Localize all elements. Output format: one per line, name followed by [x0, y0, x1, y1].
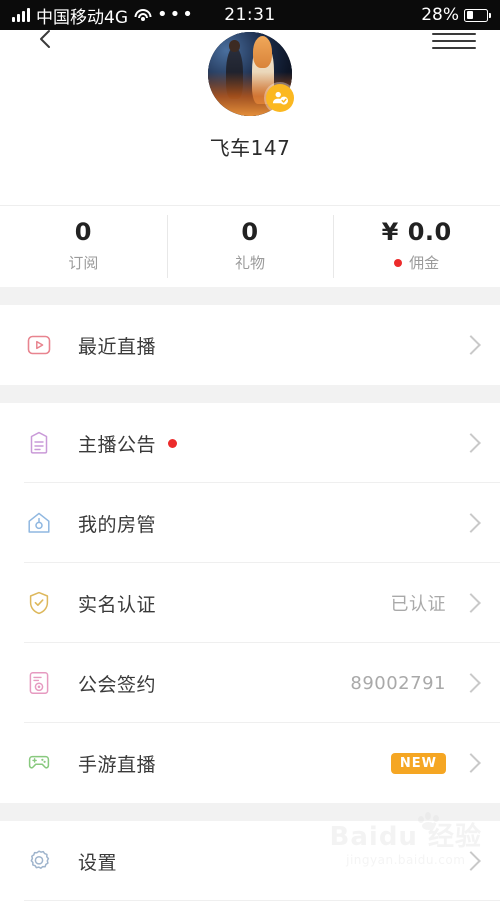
menu-row-mobile-game-live[interactable]: 手游直播 NEW: [0, 723, 500, 803]
stat-label-wrap: 订阅: [68, 252, 98, 273]
menu-row-settings[interactable]: 设置: [0, 821, 500, 901]
section-gap: [0, 803, 500, 821]
chevron-right-icon: [461, 593, 481, 613]
stat-commission[interactable]: ¥ 0.0 佣金: [333, 206, 500, 287]
chevron-right-icon: [461, 673, 481, 693]
menu-row-value: 已认证: [390, 594, 446, 615]
gamepad-icon: [24, 748, 54, 778]
house-room-manager-icon: [24, 508, 54, 538]
profile-header: 飞车147: [0, 30, 500, 205]
battery-icon: [464, 8, 491, 22]
menu-row-label: 我的房管: [78, 513, 157, 536]
menu-row-announcement[interactable]: 主播公告: [0, 403, 500, 483]
status-bar-left: 中国移动4G •••: [12, 3, 195, 28]
verified-user-badge-icon: [266, 84, 294, 112]
notification-dot-icon: [394, 258, 403, 267]
menu-row-real-name-auth[interactable]: 实名认证 已认证: [0, 563, 500, 643]
stat-value: 0: [74, 217, 92, 246]
certificate-contract-icon: [24, 668, 54, 698]
signal-bars-icon: [12, 8, 30, 22]
status-bar: 中国移动4G ••• 21:31 28%: [0, 0, 500, 30]
menu-section-recent: 最近直播: [0, 305, 500, 385]
shield-check-icon: [24, 588, 54, 618]
battery-percent-label: 28%: [421, 5, 459, 25]
stat-label: 礼物: [235, 254, 266, 273]
stats-row: 0 订阅 0 礼物 ¥ 0.0 佣金: [0, 205, 500, 287]
avatar[interactable]: [208, 32, 294, 116]
stat-label: 佣金: [409, 254, 440, 273]
menu-row-guild-contract[interactable]: 公会签约 89002791: [0, 643, 500, 723]
section-gap: [0, 287, 500, 305]
carrier-label: 中国移动4G: [36, 7, 128, 28]
gear-settings-icon: [24, 846, 54, 876]
status-bar-right: 28%: [421, 5, 491, 25]
chevron-right-icon: [461, 513, 481, 533]
chevron-right-icon: [461, 335, 481, 355]
menu-row-label: 最近直播: [78, 335, 157, 358]
hamburger-menu-icon[interactable]: [432, 33, 476, 54]
menu-row-label: 手游直播: [78, 753, 157, 776]
menu-row-value: 89002791: [350, 672, 446, 694]
stat-label-wrap: 礼物: [235, 252, 265, 273]
stat-subscriptions[interactable]: 0 订阅: [0, 206, 167, 287]
notification-dot-icon: [168, 438, 178, 448]
page-title: 飞车147: [209, 136, 291, 160]
clipboard-announcement-icon: [24, 428, 54, 458]
section-gap: [0, 385, 500, 403]
back-chevron-icon[interactable]: [34, 28, 56, 50]
menu-row-label: 主播公告: [78, 433, 157, 456]
play-video-icon: [24, 330, 54, 360]
stat-value: 0: [241, 217, 259, 246]
status-badge: NEW: [390, 752, 446, 774]
menu-row-room-manager[interactable]: 我的房管: [0, 483, 500, 563]
wifi-icon: [134, 8, 151, 22]
menu-row-label: 实名认证: [78, 593, 157, 616]
stat-label: 订阅: [68, 254, 99, 273]
menu-row-label: 设置: [78, 851, 118, 874]
menu-section-main: 主播公告 我的房管 实名认证 已认证 公会签约 89002791 手游直播 NE…: [0, 403, 500, 803]
stat-gifts[interactable]: 0 礼物: [166, 206, 334, 287]
menu-section-settings: 设置: [0, 821, 500, 901]
menu-row-label: 公会签约: [78, 673, 157, 696]
chevron-right-icon: [461, 753, 481, 773]
stat-value: ¥ 0.0: [381, 217, 452, 246]
chevron-right-icon: [461, 433, 481, 453]
stat-label-wrap: 佣金: [394, 252, 439, 273]
menu-row-recent-live[interactable]: 最近直播: [0, 305, 500, 385]
chevron-right-icon: [461, 851, 481, 871]
ellipsis-icon: •••: [157, 4, 195, 25]
